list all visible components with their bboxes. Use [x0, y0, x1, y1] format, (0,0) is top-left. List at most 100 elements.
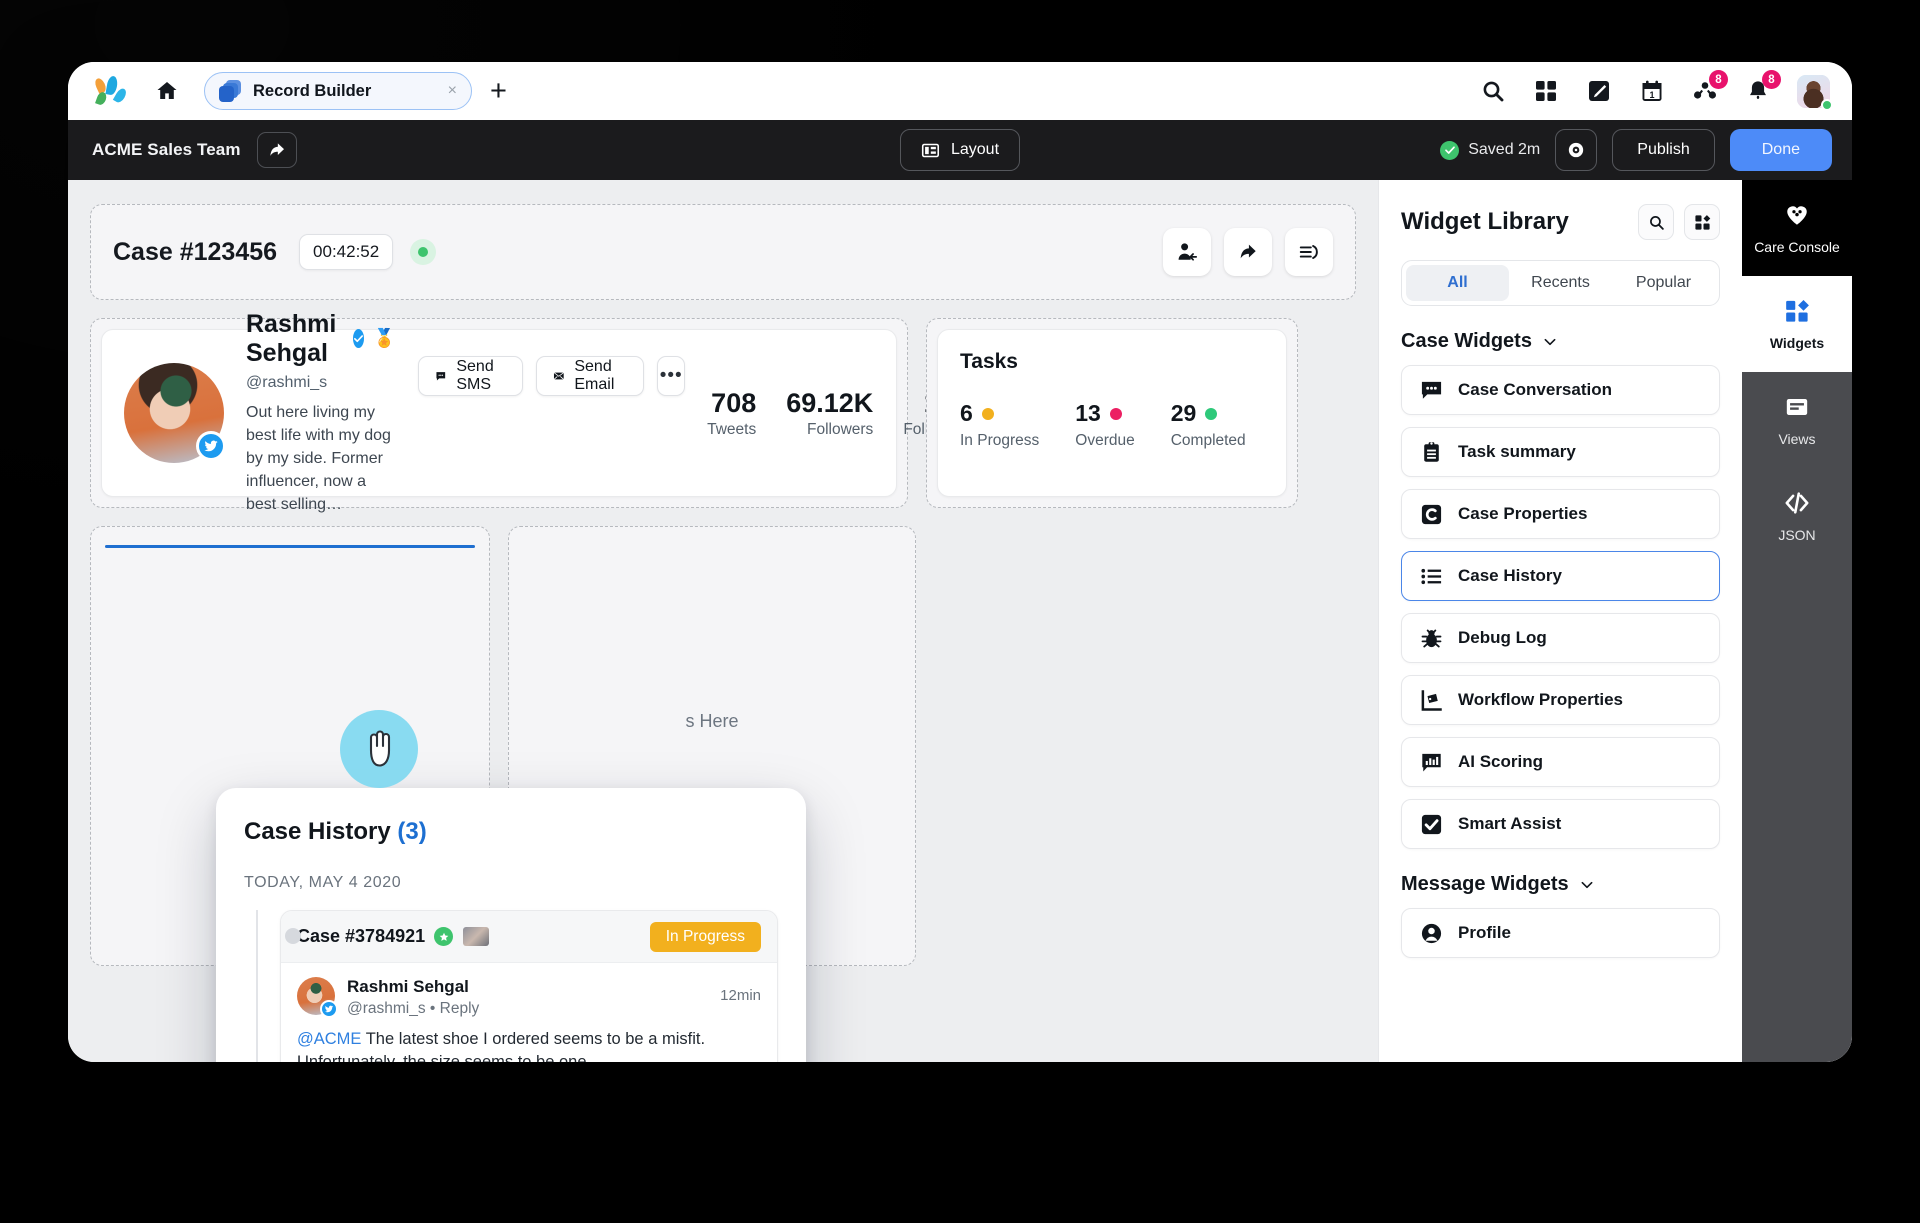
record-builder-icon	[218, 79, 242, 103]
check-square-icon	[1418, 811, 1444, 837]
status-dot	[981, 407, 994, 420]
send-sms-button[interactable]: Send SMS	[417, 356, 523, 396]
tab-all[interactable]: All	[1406, 265, 1509, 301]
presence-dot	[1821, 98, 1833, 111]
entry-status-badge: In Progress	[649, 921, 761, 952]
widget-item-workflow-properties[interactable]: Workflow Properties	[1401, 675, 1720, 725]
group-message-widgets[interactable]: Message Widgets	[1401, 873, 1720, 896]
more-options-button[interactable]: •••	[657, 356, 686, 396]
tag-edit-icon	[1418, 687, 1444, 713]
eye-icon[interactable]	[1555, 129, 1598, 171]
twitter-icon	[320, 1000, 338, 1018]
group-case-widgets[interactable]: Case Widgets	[1401, 330, 1720, 353]
forward-icon[interactable]	[1224, 228, 1272, 276]
profile-bio: Out here living my best life with my dog…	[246, 403, 391, 514]
case-header-widget[interactable]: Case #123456 00:42:52	[90, 204, 1356, 300]
widget-library-header: Widget Library	[1401, 204, 1720, 240]
chevron-down-icon	[1544, 338, 1556, 345]
code-icon	[1783, 490, 1811, 519]
stat-label: Followers	[806, 420, 874, 438]
share-icon[interactable]	[256, 132, 297, 168]
rail-item-json[interactable]: JSON	[1742, 468, 1852, 564]
case-history-entry[interactable]: Case #3784921 In Progress Rashmi Sehgal …	[280, 910, 778, 1062]
screen-background: Record Builder × + 1 8 8 ACME Sales Team…	[0, 0, 1920, 1223]
done-button[interactable]: Done	[1729, 129, 1832, 171]
calendar-icon[interactable]: 1	[1638, 77, 1666, 105]
sms-icon	[436, 372, 445, 381]
chevron-down-icon	[1581, 881, 1593, 888]
bell-icon[interactable]: 8	[1744, 70, 1781, 105]
search-icon[interactable]	[1638, 204, 1674, 240]
drop-indicator	[105, 545, 475, 548]
rail-group-secondary: Views JSON	[1742, 372, 1852, 1062]
task-label: In Progress	[960, 432, 1040, 449]
layout-button[interactable]: Layout	[899, 129, 1021, 171]
app-body: Case #123456 00:42:52 Rashmi Sehgal 🏅 @r…	[68, 180, 1852, 1062]
mention-link[interactable]: @ACME	[297, 1030, 361, 1048]
timeline-line	[256, 910, 258, 1062]
grid-icon[interactable]	[1684, 204, 1720, 240]
rail-item-views[interactable]: Views	[1742, 372, 1852, 468]
widget-library-header-buttons	[1638, 204, 1720, 240]
widget-library-title: Widget Library	[1401, 208, 1569, 235]
rail-item-label: Care Console	[1754, 238, 1840, 255]
tab-recents[interactable]: Recents	[1509, 265, 1612, 301]
attachment-thumbnail	[463, 927, 490, 946]
twitter-icon	[196, 431, 226, 461]
entry-case-id: Case #3784921	[297, 926, 426, 946]
tasks-card: Tasks 6 In Progress 13 Overdue 29 Comple…	[937, 329, 1287, 497]
home-icon[interactable]	[152, 76, 182, 106]
widget-item-label: Debug Log	[1458, 628, 1547, 647]
publish-button[interactable]: Publish	[1612, 129, 1715, 171]
widget-item-label: Case Conversation	[1458, 380, 1612, 399]
community-icon[interactable]: 8	[1691, 70, 1728, 105]
app-logo[interactable]	[93, 75, 129, 107]
widget-item-label: Task summary	[1458, 442, 1576, 461]
close-icon[interactable]: ×	[446, 83, 459, 99]
tab-title: Record Builder	[253, 81, 372, 100]
compose-icon[interactable]	[1585, 77, 1613, 105]
apps-grid-icon[interactable]	[1532, 77, 1560, 105]
send-email-button[interactable]: Send Email	[535, 356, 645, 396]
widget-item-label: AI Scoring	[1458, 752, 1544, 771]
tab-popular[interactable]: Popular	[1612, 265, 1715, 301]
widget-item-label: Workflow Properties	[1458, 690, 1623, 709]
chat-bubble-icon	[1418, 377, 1444, 403]
profile-widget-dropzone[interactable]: Rashmi Sehgal 🏅 @rashmi_s Out here livin…	[90, 310, 969, 513]
widget-item-smart-assist[interactable]: Smart Assist	[1401, 799, 1720, 849]
check-icon	[1440, 140, 1460, 160]
builder-canvas[interactable]: Case #123456 00:42:52 Rashmi Sehgal 🏅 @r…	[68, 180, 1378, 1062]
svg-text:1: 1	[1649, 90, 1654, 100]
stat-label: Tweets	[707, 420, 757, 438]
profile-info: Rashmi Sehgal 🏅 @rashmi_s Out here livin…	[246, 310, 396, 517]
stat-tweets: 708 Tweets	[707, 388, 756, 439]
widget-item-debug-log[interactable]: Debug Log	[1401, 613, 1720, 663]
tab-record-builder[interactable]: Record Builder ×	[204, 72, 472, 110]
case-history-title: Case History (3)	[244, 818, 778, 846]
dragged-case-history-widget[interactable]: Case History (3) TODAY, MAY 4 2020 Case …	[216, 788, 806, 1062]
avatar	[297, 977, 338, 1018]
entry-author: Rashmi Sehgal	[347, 977, 469, 996]
transfer-icon[interactable]	[1285, 228, 1333, 276]
profile-avatar-wrap	[124, 363, 226, 463]
search-icon[interactable]	[1479, 77, 1507, 105]
widget-item-task-summary[interactable]: Task summary	[1401, 427, 1720, 477]
stat-value: 69.12K	[786, 387, 874, 418]
app-header-actions: Saved 2m Publish Done	[1440, 129, 1832, 171]
stat-followers: 69.12K Followers	[786, 388, 873, 439]
avatar[interactable]	[1797, 74, 1833, 111]
widget-item-profile[interactable]: Profile	[1401, 908, 1720, 958]
award-icon: 🏅	[373, 328, 396, 349]
new-tab-button[interactable]: +	[490, 76, 507, 106]
widget-item-case-conversation[interactable]: Case Conversation	[1401, 365, 1720, 415]
rail-item-widgets[interactable]: Widgets	[1742, 276, 1852, 372]
assign-user-icon[interactable]	[1163, 228, 1211, 276]
widget-item-case-properties[interactable]: Case Properties	[1401, 489, 1720, 539]
clipboard-icon	[1418, 439, 1444, 465]
tasks-widget-dropzone[interactable]: Tasks 6 In Progress 13 Overdue 29 Comple…	[926, 318, 1298, 508]
widget-item-label: Profile	[1458, 923, 1511, 942]
widget-item-case-history[interactable]: Case History	[1401, 551, 1720, 601]
rail-item-care-console[interactable]: Care Console	[1742, 180, 1852, 276]
entry-text: @ACME The latest shoe I ordered seems to…	[297, 1028, 761, 1062]
widget-item-ai-scoring[interactable]: AI Scoring	[1401, 737, 1720, 787]
